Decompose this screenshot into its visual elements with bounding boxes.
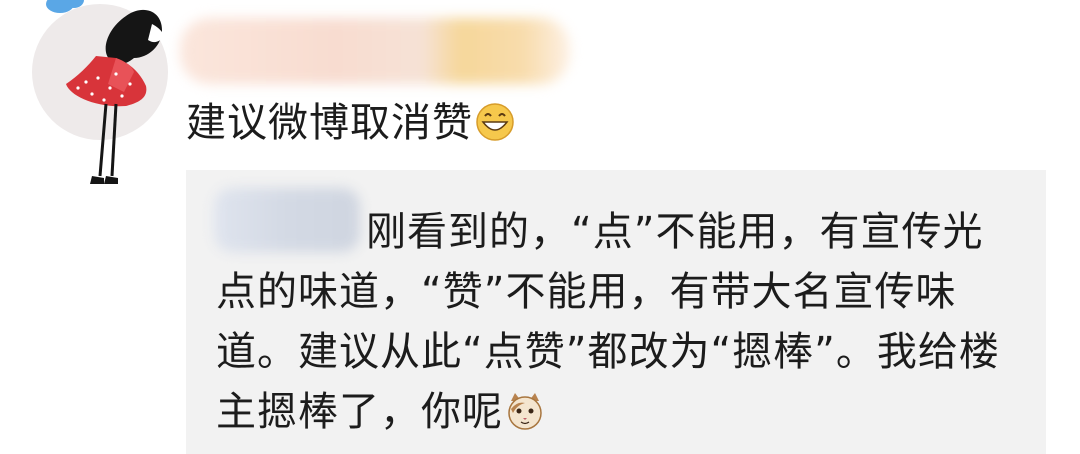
- reply-text: 刚看到的，“点”不能用，有宣传光点的味道，“赞”不能用，有带大名宣传味道。建议从…: [216, 209, 1000, 435]
- cat-face-emoji: [508, 393, 542, 430]
- grinning-face-emoji: [476, 103, 514, 141]
- reply-content: 刚看到的，“点”不能用，有宣传光点的味道，“赞”不能用，有带大名宣传味道。建议从…: [216, 202, 1016, 442]
- post-text: 建议微博取消赞: [186, 100, 473, 146]
- username-redacted[interactable]: [180, 18, 570, 84]
- avatar[interactable]: [30, 0, 180, 190]
- post-content: 建议微博取消赞: [186, 96, 515, 150]
